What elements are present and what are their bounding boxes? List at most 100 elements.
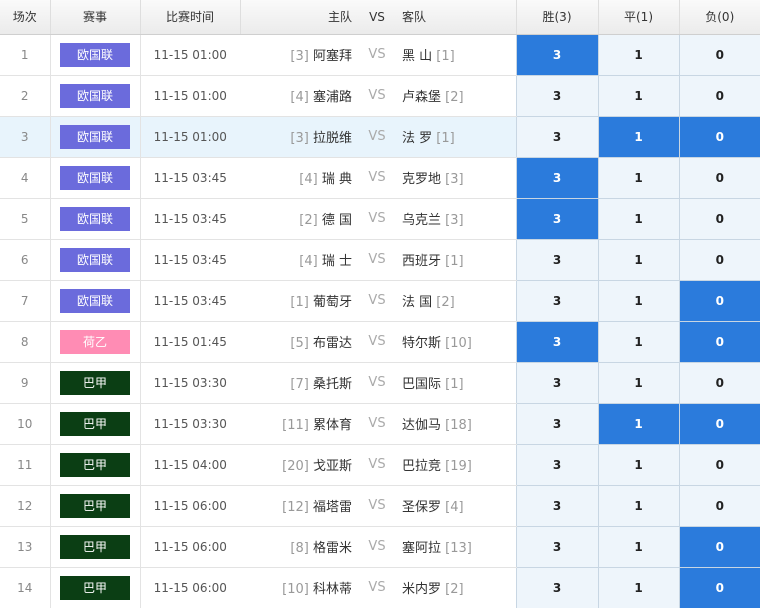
home-rank: [20] bbox=[282, 459, 309, 474]
odd-lose-cell[interactable]: 0 bbox=[678, 321, 760, 363]
odd-lose-value: 0 bbox=[715, 416, 724, 431]
odd-lose-value: 0 bbox=[715, 211, 724, 226]
home-team[interactable]: 瑞 典 bbox=[322, 172, 352, 187]
home-team[interactable]: 格雷米 bbox=[313, 541, 352, 556]
odd-lose-cell[interactable]: 0 bbox=[678, 157, 760, 199]
home-team[interactable]: 葡萄牙 bbox=[313, 295, 352, 310]
odd-lose-cell[interactable]: 0 bbox=[678, 116, 760, 158]
odd-lose-cell[interactable]: 0 bbox=[678, 75, 760, 117]
odd-draw-cell[interactable]: 1 bbox=[597, 34, 679, 76]
league-badge[interactable]: 巴甲 bbox=[60, 575, 130, 600]
odd-win-cell[interactable]: 3 bbox=[515, 485, 598, 527]
home-team[interactable]: 布雷达 bbox=[313, 336, 352, 351]
odd-win-cell[interactable]: 3 bbox=[515, 567, 598, 608]
home-team[interactable]: 德 国 bbox=[322, 213, 352, 228]
odd-win-cell[interactable]: 3 bbox=[515, 157, 598, 199]
odd-win-cell[interactable]: 3 bbox=[515, 75, 598, 117]
odd-draw-cell[interactable]: 1 bbox=[597, 403, 679, 445]
odd-lose-cell[interactable]: 0 bbox=[678, 239, 760, 281]
table-row: 11 巴甲 11-15 04:00 [20] 戈亚斯 VS 巴拉竞 [19] 3 1 0 bbox=[0, 444, 760, 486]
table-row: 5 欧国联 11-15 03:45 [2] 德 国 VS 乌克兰 [3] 3 1 0 bbox=[0, 198, 760, 240]
odd-lose-cell[interactable]: 0 bbox=[678, 444, 760, 486]
away-team[interactable]: 圣保罗 bbox=[402, 500, 441, 515]
odd-draw-cell[interactable]: 1 bbox=[597, 526, 679, 568]
home-team[interactable]: 累体育 bbox=[313, 418, 352, 433]
odd-win-cell[interactable]: 3 bbox=[515, 321, 598, 363]
away-team[interactable]: 乌克兰 bbox=[402, 213, 441, 228]
away-team-cell: 卢森堡 [2] bbox=[402, 75, 516, 117]
odd-draw-cell[interactable]: 1 bbox=[597, 444, 679, 486]
away-team[interactable]: 西班牙 bbox=[402, 254, 441, 269]
match-time: 11-15 03:45 bbox=[140, 280, 240, 322]
odd-win-cell[interactable]: 3 bbox=[515, 526, 598, 568]
league-badge[interactable]: 欧国联 bbox=[60, 42, 130, 67]
league-badge[interactable]: 巴甲 bbox=[60, 534, 130, 559]
odd-lose-cell[interactable]: 0 bbox=[678, 198, 760, 240]
odd-win-cell[interactable]: 3 bbox=[515, 239, 598, 281]
odd-draw-cell[interactable]: 1 bbox=[597, 280, 679, 322]
league-badge[interactable]: 巴甲 bbox=[60, 493, 130, 518]
league-badge[interactable]: 巴甲 bbox=[60, 411, 130, 436]
away-rank: [1] bbox=[445, 254, 464, 269]
away-team[interactable]: 法 罗 bbox=[402, 131, 432, 146]
home-team[interactable]: 塞浦路 bbox=[313, 90, 352, 105]
away-team[interactable]: 卢森堡 bbox=[402, 90, 441, 105]
home-team[interactable]: 福塔雷 bbox=[313, 500, 352, 515]
odd-lose-cell[interactable]: 0 bbox=[678, 485, 760, 527]
odd-lose-cell[interactable]: 0 bbox=[678, 34, 760, 76]
odd-draw-cell[interactable]: 1 bbox=[597, 75, 679, 117]
league-badge[interactable]: 巴甲 bbox=[60, 370, 130, 395]
home-team-cell: [20] 戈亚斯 bbox=[240, 444, 352, 486]
odd-draw-cell[interactable]: 1 bbox=[597, 116, 679, 158]
odd-lose-cell[interactable]: 0 bbox=[678, 280, 760, 322]
home-team[interactable]: 阿塞拜 bbox=[313, 49, 352, 64]
away-team[interactable]: 法 国 bbox=[402, 295, 432, 310]
vs-label: VS bbox=[352, 239, 402, 281]
league-badge[interactable]: 欧国联 bbox=[60, 288, 130, 313]
home-team[interactable]: 科林蒂 bbox=[313, 582, 352, 597]
home-team[interactable]: 瑞 士 bbox=[322, 254, 352, 269]
home-rank: [4] bbox=[299, 172, 318, 187]
away-team[interactable]: 黑 山 bbox=[402, 49, 432, 64]
match-time: 11-15 03:45 bbox=[140, 239, 240, 281]
odd-draw-cell[interactable]: 1 bbox=[597, 485, 679, 527]
league-badge[interactable]: 欧国联 bbox=[60, 165, 130, 190]
home-team[interactable]: 桑托斯 bbox=[313, 377, 352, 392]
odd-draw-value: 1 bbox=[634, 129, 643, 144]
away-team[interactable]: 克罗地 bbox=[402, 172, 441, 187]
home-team[interactable]: 戈亚斯 bbox=[313, 459, 352, 474]
league-badge[interactable]: 欧国联 bbox=[60, 124, 130, 149]
odd-lose-cell[interactable]: 0 bbox=[678, 403, 760, 445]
odd-draw-cell[interactable]: 1 bbox=[597, 321, 679, 363]
odd-win-cell[interactable]: 3 bbox=[515, 34, 598, 76]
odd-draw-cell[interactable]: 1 bbox=[597, 157, 679, 199]
away-team[interactable]: 特尔斯 bbox=[402, 336, 441, 351]
odd-lose-cell[interactable]: 0 bbox=[678, 526, 760, 568]
odd-win-cell[interactable]: 3 bbox=[515, 362, 598, 404]
away-team[interactable]: 巴国际 bbox=[402, 377, 441, 392]
away-team[interactable]: 塞阿拉 bbox=[402, 541, 441, 556]
odd-draw-cell[interactable]: 1 bbox=[597, 239, 679, 281]
away-team[interactable]: 巴拉竞 bbox=[402, 459, 441, 474]
home-team[interactable]: 拉脱维 bbox=[313, 131, 352, 146]
away-team-cell: 黑 山 [1] bbox=[402, 34, 516, 76]
away-team[interactable]: 达伽马 bbox=[402, 418, 441, 433]
league-badge[interactable]: 欧国联 bbox=[60, 206, 130, 231]
league-badge[interactable]: 欧国联 bbox=[60, 83, 130, 108]
odd-win-cell[interactable]: 3 bbox=[515, 280, 598, 322]
odd-win-value: 3 bbox=[552, 580, 562, 595]
odd-draw-cell[interactable]: 1 bbox=[597, 198, 679, 240]
league-badge[interactable]: 巴甲 bbox=[60, 452, 130, 477]
odd-draw-cell[interactable]: 1 bbox=[597, 362, 679, 404]
odd-draw-cell[interactable]: 1 bbox=[597, 567, 679, 608]
odd-win-cell[interactable]: 3 bbox=[515, 198, 598, 240]
table-row: 14 巴甲 11-15 06:00 [10] 科林蒂 VS 米内罗 [2] 3 1 0 bbox=[0, 567, 760, 608]
odd-lose-cell[interactable]: 0 bbox=[678, 567, 760, 608]
odd-win-cell[interactable]: 3 bbox=[515, 444, 598, 486]
league-badge[interactable]: 荷乙 bbox=[60, 329, 130, 354]
odd-win-cell[interactable]: 3 bbox=[515, 116, 598, 158]
league-badge[interactable]: 欧国联 bbox=[60, 247, 130, 272]
away-team[interactable]: 米内罗 bbox=[402, 582, 441, 597]
odd-lose-cell[interactable]: 0 bbox=[678, 362, 760, 404]
odd-win-cell[interactable]: 3 bbox=[515, 403, 598, 445]
